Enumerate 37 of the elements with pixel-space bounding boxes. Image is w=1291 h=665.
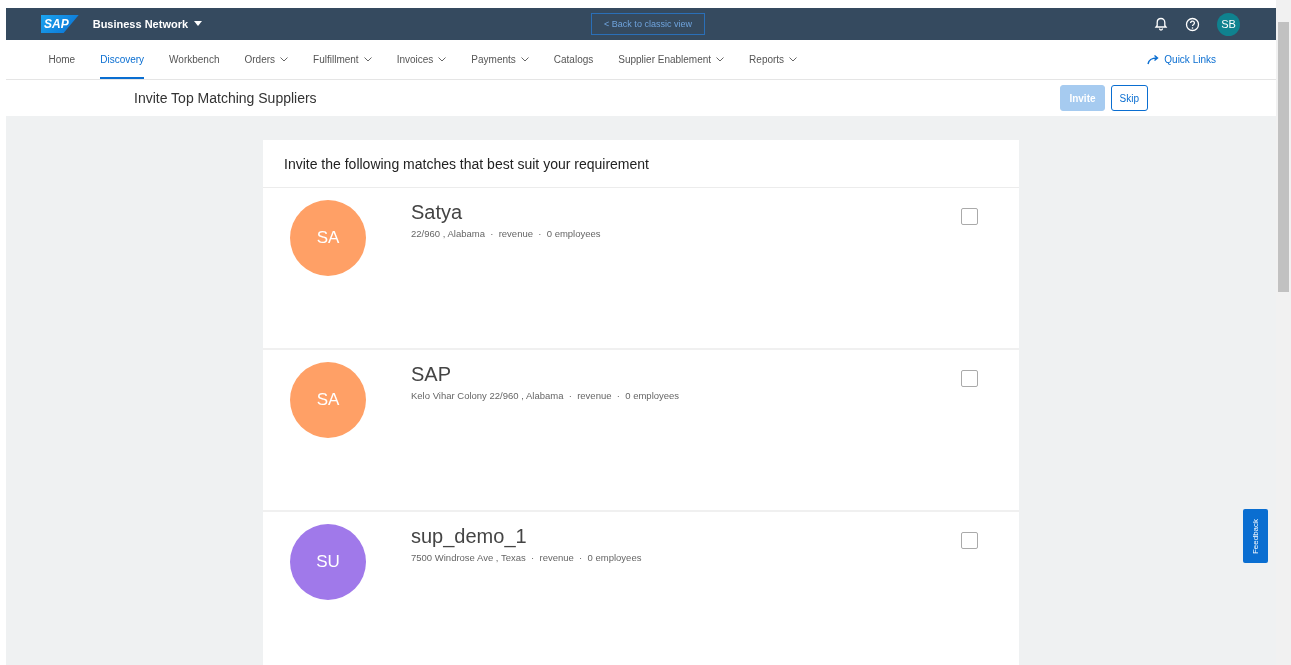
share-arrow-icon	[1147, 54, 1161, 65]
nav-tab[interactable]: Supplier Enablement	[618, 40, 725, 79]
nav-tab[interactable]: Home	[48, 40, 76, 79]
nav-tab[interactable]: Workbench	[169, 40, 220, 79]
supplier-avatar: SA	[290, 200, 366, 276]
supplier-name: sup_demo_1	[411, 525, 528, 548]
nav-tab[interactable]: Discovery	[100, 40, 145, 79]
nav-tab[interactable]: Orders	[244, 40, 289, 79]
supplier-details: 7500 Windrose Ave , Texas · revenue · 0 employees	[411, 552, 642, 563]
nav-tab[interactable]: Catalogs	[553, 40, 594, 79]
card-heading: Invite the following matches that best suit your requirement	[284, 155, 649, 172]
supplier-avatar: SA	[290, 362, 366, 438]
sap-logo[interactable]: SAP	[41, 15, 79, 33]
scrollbar[interactable]	[1276, 0, 1291, 665]
supplier-checkbox[interactable]	[961, 208, 978, 225]
nav-tab[interactable]: Reports	[749, 40, 798, 79]
nav-tab[interactable]: Payments	[471, 40, 529, 79]
scrollbar-thumb[interactable]	[1278, 22, 1289, 292]
nav-tab[interactable]: Fulfillment	[313, 40, 372, 79]
supplier-name: Satya	[411, 201, 464, 224]
help-icon[interactable]	[1185, 16, 1200, 32]
supplier-name: SAP	[411, 363, 453, 386]
supplier-details: Kelo Vihar Colony 22/960 , Alabama · revenue · 0 employees	[411, 390, 680, 401]
nav-tab[interactable]: Invoices	[396, 40, 447, 79]
quick-links-link[interactable]: Quick Links	[1141, 40, 1222, 79]
supplier-checkbox[interactable]	[961, 532, 978, 549]
notification-bell-icon[interactable]	[1154, 17, 1168, 31]
user-avatar[interactable]: SB	[1217, 12, 1240, 36]
product-menu[interactable]: Business Network	[92, 18, 203, 30]
skip-button[interactable]: Skip	[1110, 85, 1148, 111]
feedback-button[interactable]: Feedback	[1243, 509, 1268, 563]
page-title: Invite Top Matching Suppliers	[134, 90, 317, 106]
caret-icon	[194, 21, 203, 27]
classic-view-button[interactable]: < Back to classic view	[591, 13, 705, 35]
supplier-checkbox[interactable]	[961, 370, 978, 387]
supplier-avatar: SU	[290, 524, 366, 600]
supplier-details: 22/960 , Alabama · revenue · 0 employees	[411, 228, 601, 239]
